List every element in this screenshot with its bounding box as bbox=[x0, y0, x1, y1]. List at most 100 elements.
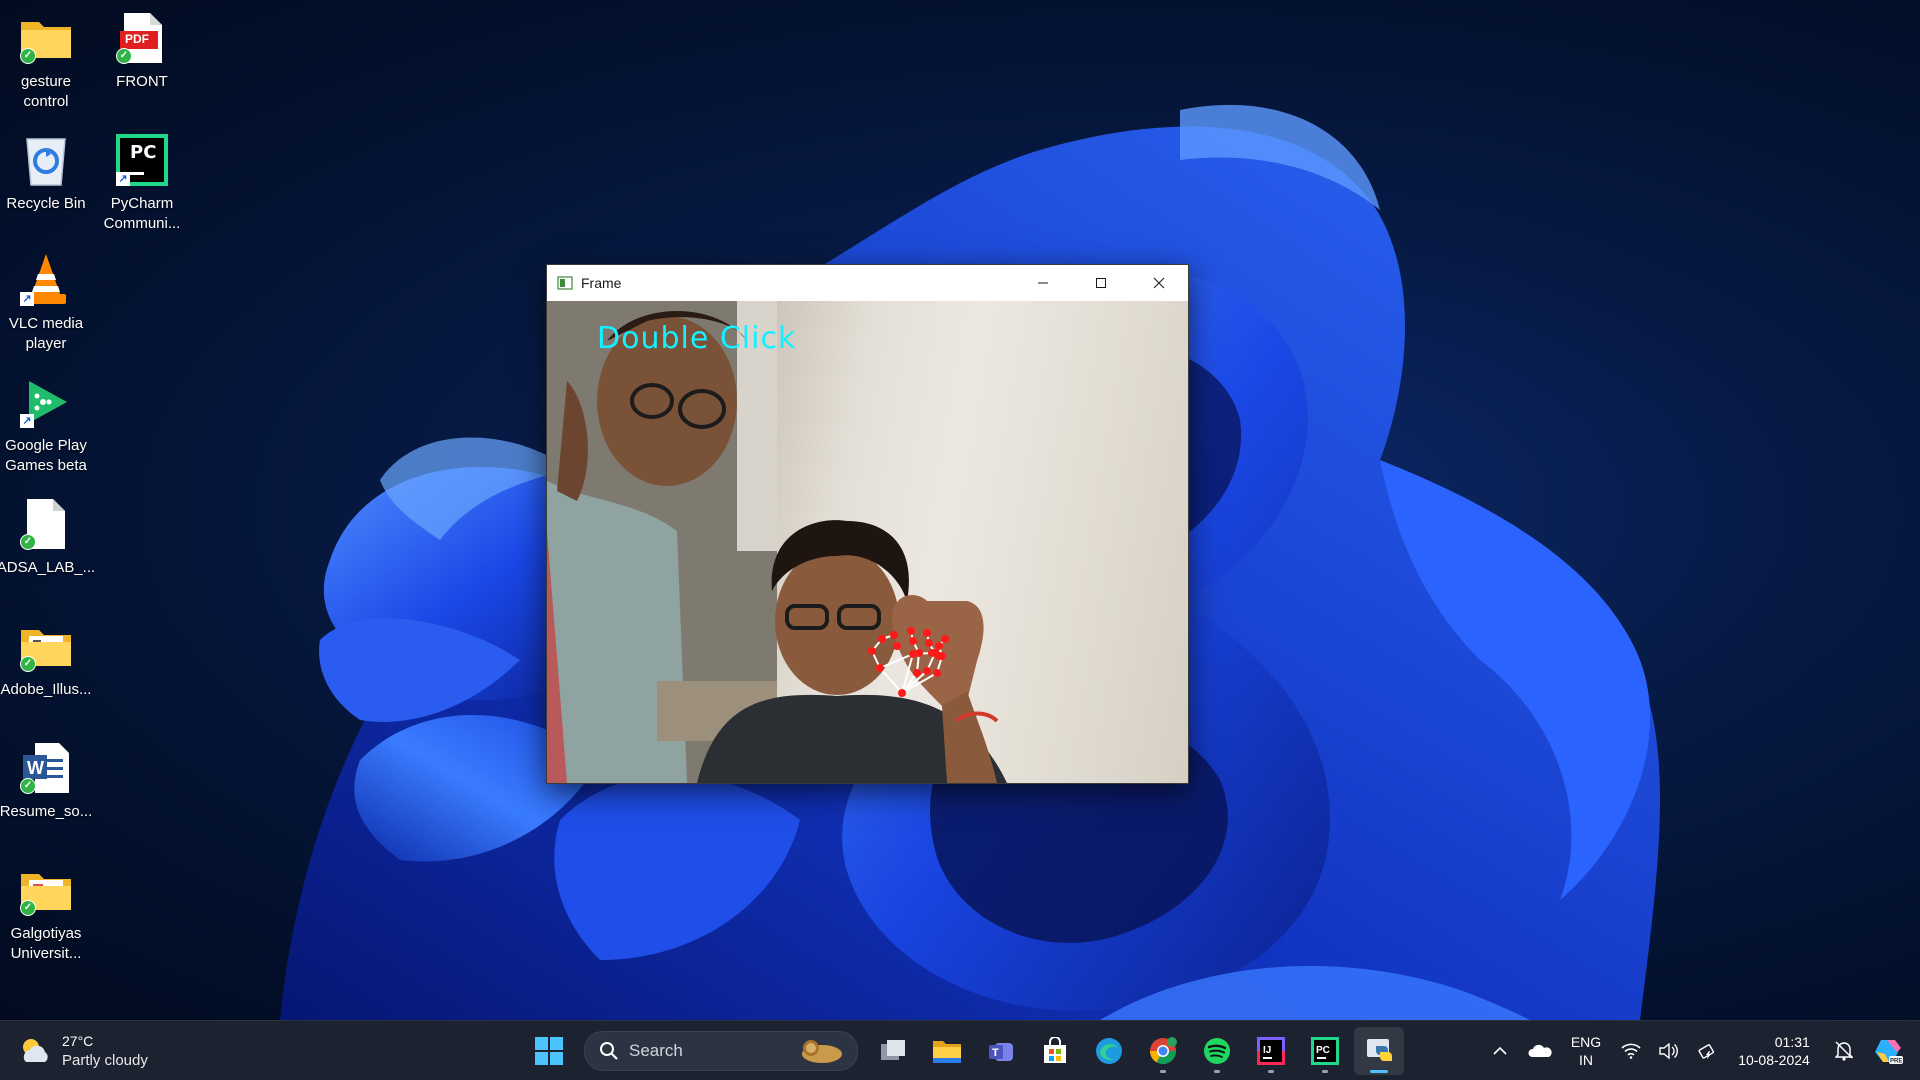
chrome-icon bbox=[1149, 1037, 1177, 1065]
sync-check-icon: ✓ bbox=[20, 778, 36, 794]
document-icon: ✓ bbox=[18, 496, 74, 552]
weather-condition: Partly cloudy bbox=[62, 1052, 148, 1069]
desktop-icon-label: Adobe_Illus... bbox=[0, 681, 92, 698]
taskbar-python[interactable] bbox=[1354, 1027, 1404, 1075]
taskbar-teams[interactable]: T bbox=[976, 1027, 1026, 1075]
weather-widget[interactable]: 27°C Partly cloudy bbox=[18, 1030, 148, 1072]
search-icon bbox=[600, 1042, 618, 1060]
weather-temp: 27°C bbox=[62, 1033, 94, 1049]
clock-date: 10-08-2024 bbox=[1738, 1052, 1810, 1068]
desktop-icon-label: Galgotiyas Universit... bbox=[10, 925, 82, 962]
copilot-icon: PRE bbox=[1875, 1040, 1903, 1065]
minimize-button[interactable] bbox=[1014, 265, 1072, 301]
clock-button[interactable]: 01:31 10-08-2024 bbox=[1732, 1033, 1816, 1069]
desktop-icon-recycle-bin[interactable]: Recycle Bin bbox=[0, 132, 94, 214]
taskbar-spotify[interactable] bbox=[1192, 1027, 1242, 1075]
desktop-icon-label: Resume_so... bbox=[0, 803, 93, 820]
taskbar-edge[interactable] bbox=[1084, 1027, 1134, 1075]
desktop-icon-galgotiyas[interactable]: ✓ Galgotiyas Universit... bbox=[0, 862, 94, 964]
desktop-icon-label: VLC media player bbox=[8, 315, 84, 352]
language-region: IN bbox=[1579, 1052, 1593, 1068]
desktop-icon-vlc[interactable]: ↗ VLC media player bbox=[0, 252, 94, 354]
desktop-icon-resume[interactable]: W ✓ Resume_so... bbox=[0, 740, 94, 822]
pycharm-icon: PC ↗ bbox=[114, 132, 170, 188]
svg-text:IJ: IJ bbox=[1263, 1045, 1271, 1056]
onedrive-button[interactable] bbox=[1526, 1044, 1554, 1058]
battery-button[interactable] bbox=[1694, 1042, 1720, 1060]
system-tray: ENG IN 01:31 10-08-2024 PRE bbox=[1480, 1021, 1920, 1080]
search-placeholder: Search bbox=[629, 1041, 683, 1060]
frame-window[interactable]: Frame Double Click bbox=[546, 264, 1189, 784]
folder-icon: ✓ bbox=[18, 10, 74, 66]
wifi-icon bbox=[1621, 1043, 1641, 1059]
folder-icon: ✓ bbox=[18, 618, 74, 674]
sync-check-icon: ✓ bbox=[20, 534, 36, 550]
search-highlight-lion-icon bbox=[802, 1040, 842, 1063]
svg-text:W: W bbox=[27, 758, 44, 778]
desktop-icon-adsa-lab[interactable]: ✓ ADSA_LAB_... bbox=[0, 496, 96, 578]
desktop-icon-front[interactable]: PDF ✓ FRONT bbox=[94, 10, 190, 92]
desktop-icon-gesture-control[interactable]: ✓ gesture control bbox=[0, 10, 94, 112]
desktop-icon-adobe-illus[interactable]: ✓ Adobe_Illus... bbox=[0, 618, 94, 700]
folder-icon: ✓ bbox=[18, 862, 74, 918]
maximize-button[interactable] bbox=[1072, 265, 1130, 301]
teams-icon: T bbox=[989, 1043, 1013, 1061]
intellij-icon: IJ bbox=[1257, 1037, 1285, 1065]
copilot-button[interactable]: PRE bbox=[1868, 1036, 1908, 1066]
notifications-button[interactable] bbox=[1832, 1041, 1856, 1061]
edge-icon bbox=[1096, 1038, 1122, 1064]
maximize-icon bbox=[1096, 278, 1106, 288]
onedrive-cloud-icon bbox=[1528, 1044, 1552, 1057]
windows-logo-icon bbox=[535, 1037, 563, 1065]
desktop-icon-label: gesture control bbox=[20, 73, 72, 110]
taskbar-intellij[interactable]: IJ bbox=[1246, 1027, 1296, 1075]
volume-button[interactable] bbox=[1656, 1043, 1682, 1059]
desktop-icon-label: Recycle Bin bbox=[6, 195, 86, 212]
speaker-icon bbox=[1659, 1043, 1678, 1059]
svg-text:PRE: PRE bbox=[1890, 1059, 1902, 1065]
desktop-icon-label: FRONT bbox=[116, 73, 168, 90]
desktop-icon-label: ADSA_LAB_... bbox=[0, 559, 96, 576]
show-hidden-icons-button[interactable] bbox=[1486, 1046, 1514, 1056]
python-icon bbox=[1367, 1039, 1392, 1061]
svg-text:T: T bbox=[992, 1047, 999, 1059]
microsoft-store-icon bbox=[1044, 1037, 1066, 1063]
taskbar-microsoft-store[interactable] bbox=[1030, 1027, 1080, 1075]
pdf-badge-text: PDF bbox=[125, 32, 149, 46]
taskbar: 27°C Partly cloudy Search T IJ PC ENG IN… bbox=[0, 1020, 1920, 1080]
clock-time: 01:31 bbox=[1774, 1034, 1810, 1050]
partly-cloudy-icon bbox=[18, 1034, 52, 1068]
active-indicator bbox=[1370, 1070, 1388, 1073]
close-button[interactable] bbox=[1130, 265, 1188, 301]
sync-check-icon: ✓ bbox=[20, 48, 36, 64]
task-view-button[interactable] bbox=[868, 1027, 918, 1075]
taskbar-apps: Search T IJ PC bbox=[522, 1027, 1406, 1075]
running-indicator bbox=[1322, 1070, 1328, 1073]
minimize-icon bbox=[1038, 282, 1048, 284]
network-button[interactable] bbox=[1618, 1043, 1644, 1059]
notification-bell-icon bbox=[1835, 1041, 1853, 1061]
desktop-icon-label: PyCharm Communi... bbox=[103, 195, 181, 232]
close-icon bbox=[1153, 277, 1165, 289]
language-indicator[interactable]: ENG IN bbox=[1566, 1033, 1606, 1069]
vlc-icon: ↗ bbox=[18, 252, 74, 308]
start-button[interactable] bbox=[524, 1027, 574, 1075]
spotify-icon bbox=[1204, 1038, 1230, 1064]
window-titlebar[interactable]: Frame bbox=[547, 265, 1188, 301]
recycle-bin-icon bbox=[18, 132, 74, 188]
taskbar-search[interactable]: Search bbox=[584, 1031, 858, 1071]
taskbar-chrome[interactable] bbox=[1138, 1027, 1188, 1075]
sync-check-icon: ✓ bbox=[20, 656, 36, 672]
desktop-icon-google-play-games[interactable]: ↗ Google Play Games beta bbox=[0, 374, 94, 476]
svg-text:PC: PC bbox=[1316, 1045, 1330, 1056]
running-indicator bbox=[1160, 1070, 1166, 1073]
battery-charging-icon bbox=[1698, 1044, 1715, 1059]
file-explorer-icon bbox=[933, 1041, 961, 1063]
desktop-icon-pycharm[interactable]: PC ↗ PyCharm Communi... bbox=[94, 132, 190, 234]
taskbar-file-explorer[interactable] bbox=[922, 1027, 972, 1075]
shortcut-arrow-icon: ↗ bbox=[116, 172, 130, 186]
running-indicator bbox=[1214, 1070, 1220, 1073]
google-play-games-icon: ↗ bbox=[18, 374, 74, 430]
taskbar-pycharm[interactable]: PC bbox=[1300, 1027, 1350, 1075]
sync-check-icon: ✓ bbox=[116, 48, 132, 64]
